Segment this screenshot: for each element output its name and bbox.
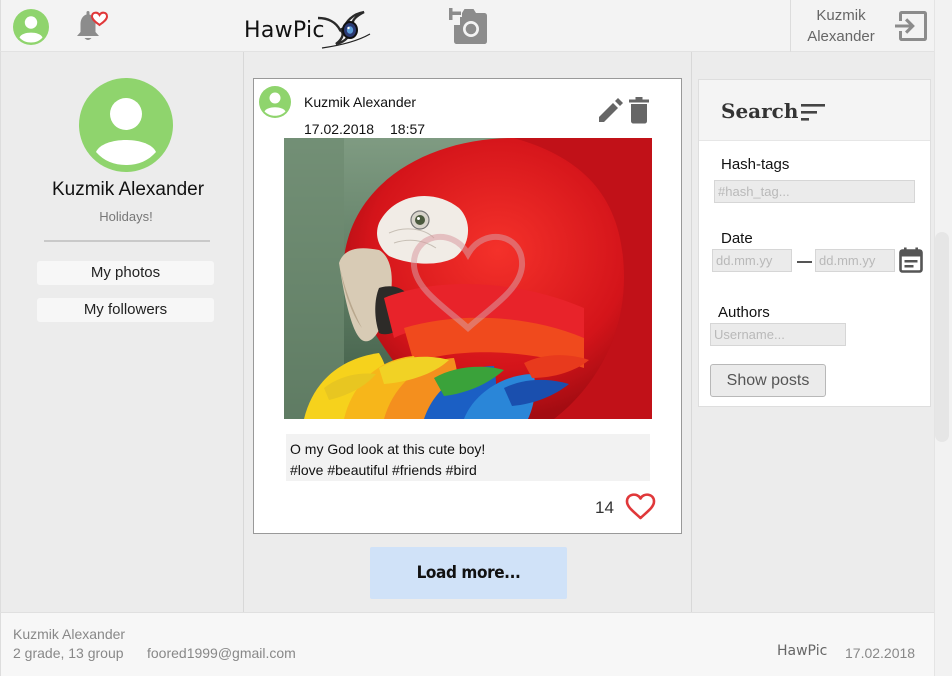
- date-from-input[interactable]: [712, 249, 792, 272]
- my-followers-button[interactable]: My followers: [37, 298, 214, 322]
- feed-column: Kuzmik Alexander 17.02.2018 18:57 O my G…: [244, 52, 691, 612]
- post-author-avatar-icon[interactable]: [259, 86, 291, 118]
- load-more-button[interactable]: Load more...: [370, 547, 567, 599]
- hawpic-logo[interactable]: HawPic: [244, 4, 374, 50]
- header-user-last-name: Alexander: [807, 28, 875, 45]
- post-hashtags[interactable]: #love #beautiful #friends #bird: [290, 460, 646, 481]
- post-photo-parrot[interactable]: [284, 138, 652, 419]
- date-to-input[interactable]: [815, 249, 895, 272]
- authors-input[interactable]: [710, 323, 846, 346]
- header-user-box: Kuzmik Alexander: [790, 0, 935, 52]
- footer-author-name: Kuzmik Alexander: [13, 626, 126, 642]
- profile-name: Kuzmik Alexander: [51, 179, 205, 200]
- search-title: Search: [721, 99, 799, 123]
- logo-text: HawPic: [244, 18, 325, 43]
- post-card: Kuzmik Alexander 17.02.2018 18:57 O my G…: [253, 78, 682, 534]
- profile-avatar-icon[interactable]: [79, 78, 173, 172]
- logout-icon[interactable]: [893, 8, 929, 44]
- logo-bird-lens-icon: [317, 10, 371, 49]
- notifications-bell-icon[interactable]: [71, 7, 111, 45]
- show-posts-button[interactable]: Show posts: [710, 364, 826, 397]
- search-panel: Search Hash-tags Date Authors S: [698, 79, 931, 407]
- footer-brand: HawPic: [777, 643, 828, 659]
- top-header: HawPic Kuzmik Alexander: [0, 0, 934, 52]
- footer-email[interactable]: foored1999@gmail.com: [147, 645, 296, 661]
- add-photo-icon[interactable]: [448, 7, 490, 45]
- post-time: 18:57: [390, 121, 426, 137]
- authors-label: Authors: [718, 304, 770, 321]
- search-header: Search: [699, 80, 930, 141]
- search-column: Search Hash-tags Date Authors S: [691, 52, 934, 612]
- like-heart-icon[interactable]: [625, 492, 656, 520]
- post-date: 17.02.2018: [304, 121, 375, 137]
- date-range-dash: [797, 261, 812, 263]
- delete-trash-icon[interactable]: [627, 96, 651, 124]
- scrollbar-thumb[interactable]: [935, 232, 949, 442]
- hashtags-label: Hash-tags: [721, 156, 790, 173]
- user-avatar-icon[interactable]: [13, 9, 49, 45]
- edit-pencil-icon[interactable]: [596, 96, 624, 124]
- calendar-icon[interactable]: [899, 247, 923, 273]
- hashtags-input[interactable]: [714, 180, 915, 203]
- post-author-name[interactable]: Kuzmik Alexander: [304, 94, 416, 110]
- profile-status: Holidays!: [99, 209, 153, 224]
- header-user-name[interactable]: Kuzmik Alexander: [803, 5, 879, 47]
- sort-filter-icon[interactable]: [801, 102, 827, 122]
- date-label: Date: [721, 230, 753, 247]
- my-photos-button[interactable]: My photos: [37, 261, 214, 285]
- sidebar-divider: [44, 240, 210, 242]
- header-user-first-name: Kuzmik: [816, 7, 866, 24]
- footer-date: 17.02.2018: [845, 645, 916, 661]
- page-footer: Kuzmik Alexander 2 grade, 13 group foore…: [0, 612, 934, 676]
- post-caption: O my God look at this cute boy! #love #b…: [286, 434, 650, 481]
- profile-sidebar: Kuzmik Alexander Holidays! My photos My …: [0, 52, 244, 612]
- footer-group: 2 grade, 13 group: [13, 645, 124, 661]
- like-count: 14: [595, 498, 614, 517]
- post-caption-text: O my God look at this cute boy!: [290, 441, 486, 457]
